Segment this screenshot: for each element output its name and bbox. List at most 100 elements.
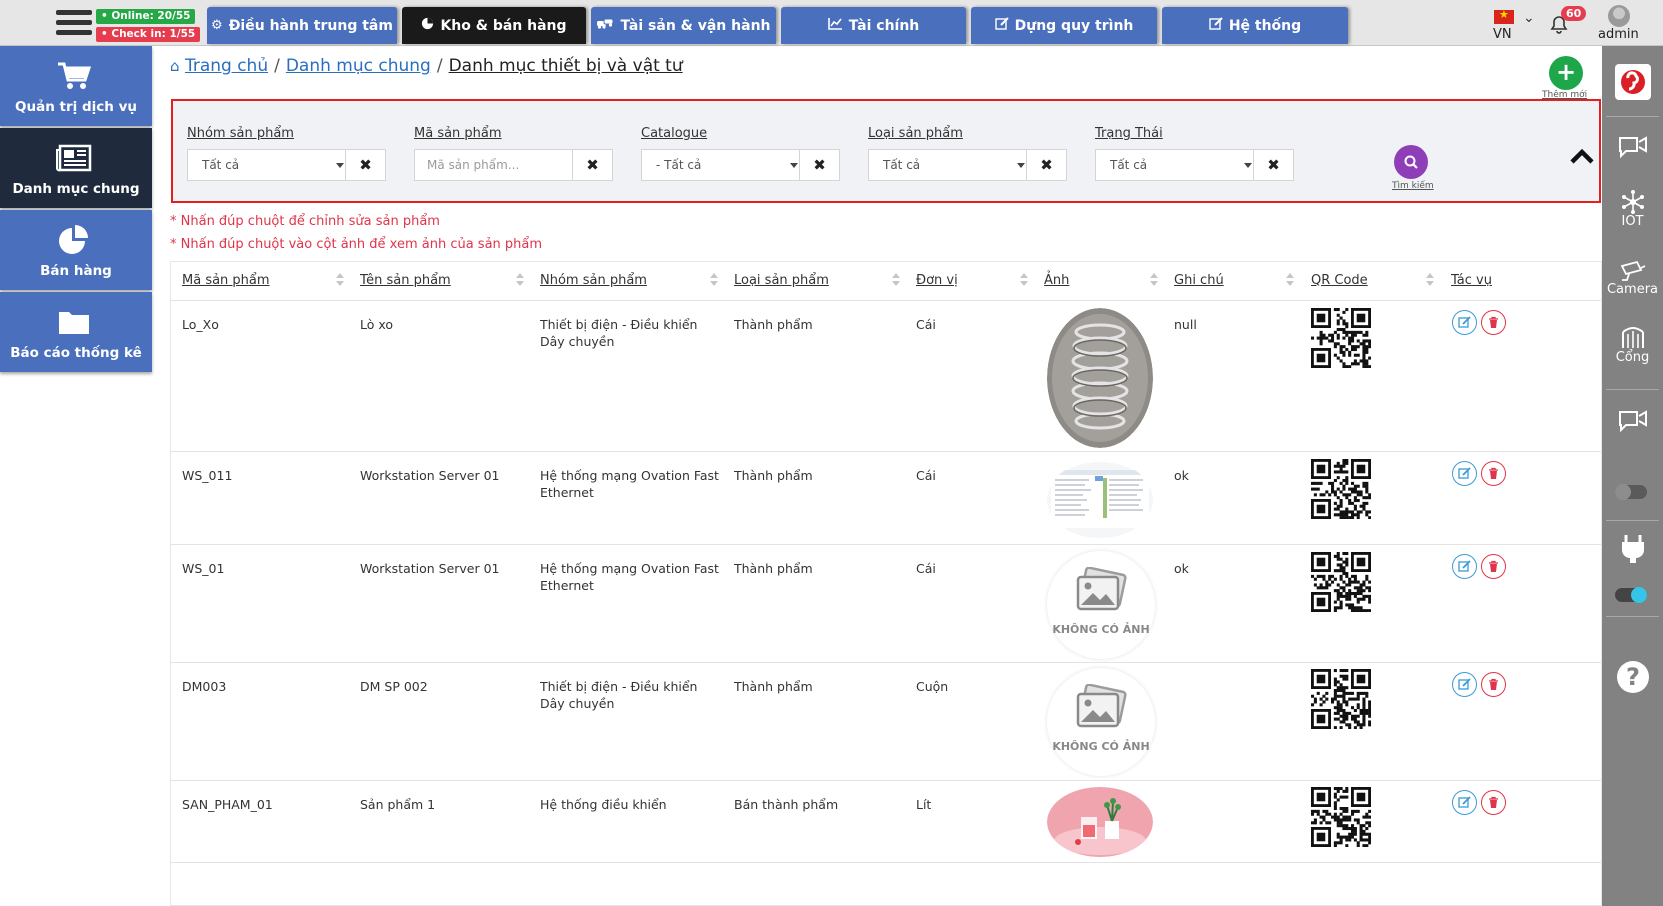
chevron-down-icon[interactable]: ⌄ [1523,10,1535,26]
row-divider [171,300,1601,301]
breadcrumb-home[interactable]: Trang chủ [185,56,268,76]
rail-divider [1606,616,1659,617]
tab-tai-san-van-hanh[interactable]: Tài sản & vận hành [591,7,776,44]
tab-kho-ban-hang[interactable]: Kho & bán hàng [402,7,586,44]
no-image-text: KHÔNG CÓ ẢNH [1052,740,1150,753]
tab-label: Kho & bán hàng [440,17,567,34]
rail-toggle-2[interactable] [1615,587,1647,603]
sidebar-item-bao-cao-thong-ke[interactable]: Báo cáo thống kê [0,292,152,372]
filter-code-input[interactable] [414,149,582,181]
edit-button[interactable] [1452,310,1477,335]
sort-icon[interactable] [336,273,344,289]
cell-unit: Cái [916,317,936,332]
sort-icon[interactable] [1426,273,1434,289]
chevron-up-icon[interactable] [1569,147,1595,165]
filter-type-select[interactable]: Tất cả [868,149,1036,181]
add-new-button[interactable]: + [1549,56,1583,90]
search-label[interactable]: Tìm kiếm [1392,181,1434,191]
sort-icon[interactable] [710,273,718,289]
rail-item-iot[interactable]: IOT [1602,190,1663,229]
edit-button[interactable] [1452,554,1477,579]
qr-code[interactable] [1311,669,1372,730]
vietnam-flag-icon[interactable] [1494,8,1514,24]
no-image-placeholder[interactable]: KHÔNG CÓ ẢNH [1047,668,1155,776]
video-chat-icon[interactable] [1602,408,1663,436]
language-label[interactable]: VN [1493,27,1512,42]
search-button[interactable] [1394,145,1428,179]
brand-logo-icon[interactable] [1602,64,1663,100]
filter-code-clear-button[interactable]: ✖ [572,149,613,181]
delete-button[interactable] [1481,672,1506,697]
edit-button[interactable] [1452,461,1477,486]
breadcrumb-section[interactable]: Danh mục chung [286,56,431,76]
sidebar-item-quan-tri-dich-vu[interactable]: Quản trị dịch vụ [0,46,152,126]
row-divider [171,451,1601,452]
sidebar-item-label: Báo cáo thống kê [10,345,142,361]
delete-button[interactable] [1481,554,1506,579]
avatar[interactable] [1608,5,1630,27]
tab-tai-chinh[interactable]: Tài chính [781,7,966,44]
tab-label: Tài sản & vận hành [620,17,771,34]
qr-code[interactable] [1311,308,1372,369]
filter-catalogue-select[interactable]: - Tất cả [641,149,809,181]
plug-icon[interactable] [1602,532,1663,564]
rail-divider [1606,520,1659,521]
cell-type: Thành phẩm [734,468,813,483]
column-header-image[interactable]: Ảnh [1044,262,1069,300]
sidebar-item-ban-hang[interactable]: Bán hàng [0,210,152,290]
delete-button[interactable] [1481,790,1506,815]
delete-button[interactable] [1481,310,1506,335]
sort-icon[interactable] [1020,273,1028,289]
column-header-code[interactable]: Mã sản phẩm [182,262,270,300]
rail-item-camera[interactable]: Camera [1602,260,1663,297]
delete-button[interactable] [1481,461,1506,486]
filter-type-clear-button[interactable]: ✖ [1026,149,1067,181]
cell-name: Workstation Server 01 [360,468,500,483]
filter-status-select[interactable]: Tất cả [1095,149,1263,181]
online-badge: Online: 20/55 [96,9,196,24]
column-header-type[interactable]: Loại sản phẩm [734,262,829,300]
filter-group-select[interactable]: Tất cả [187,149,355,181]
caret-down-icon [1017,163,1025,168]
product-image-plant[interactable] [1047,787,1153,857]
column-header-unit[interactable]: Đơn vị [916,262,958,300]
rail-toggle-1[interactable] [1615,484,1647,500]
sort-icon[interactable] [516,273,524,289]
sidebar-item-danh-muc-chung[interactable]: Danh mục chung [0,128,152,208]
no-image-placeholder[interactable]: KHÔNG CÓ ẢNH [1047,551,1155,659]
qr-code[interactable] [1311,459,1372,520]
column-header-group[interactable]: Nhóm sản phẩm [540,262,647,300]
home-icon[interactable]: ⌂ [170,57,180,75]
product-image-spring[interactable] [1047,308,1153,448]
sort-icon[interactable] [892,273,900,289]
help-icon[interactable]: ? [1602,660,1663,694]
filter-group-clear-button[interactable]: ✖ [345,149,386,181]
column-header-qr[interactable]: QR Code [1311,262,1368,300]
user-name[interactable]: admin [1598,27,1639,42]
edit-icon [1209,17,1223,34]
video-chat-icon[interactable] [1602,134,1663,162]
tab-dieu-hanh-trung-tam[interactable]: ⚙ Điều hành trung tâm [207,7,397,44]
sort-icon[interactable] [1286,273,1294,289]
rail-divider [1606,116,1659,117]
tab-dung-quy-trinh[interactable]: Dựng quy trình [971,7,1157,44]
qr-code[interactable] [1311,787,1372,848]
trash-icon [1489,678,1498,690]
edit-button[interactable] [1452,790,1477,815]
column-header-note[interactable]: Ghi chú [1174,262,1224,300]
filter-status-clear-button[interactable]: ✖ [1253,149,1294,181]
menu-toggle-icon[interactable] [56,10,92,38]
rail-item-cong[interactable]: Cổng [1602,322,1663,365]
qr-code[interactable] [1311,552,1372,613]
cell-name: Sản phẩm 1 [360,797,436,812]
row-divider [171,780,1601,781]
column-header-name[interactable]: Tên sản phẩm [360,262,451,300]
tab-he-thong[interactable]: Hệ thống [1162,7,1348,44]
product-image-screenshot[interactable] [1047,460,1153,540]
cell-unit: Lít [916,797,932,812]
newspaper-icon [56,142,92,174]
edit-button[interactable] [1452,672,1477,697]
sort-icon[interactable] [1150,273,1158,289]
cell-code: DM003 [182,679,227,694]
filter-catalogue-clear-button[interactable]: ✖ [799,149,840,181]
